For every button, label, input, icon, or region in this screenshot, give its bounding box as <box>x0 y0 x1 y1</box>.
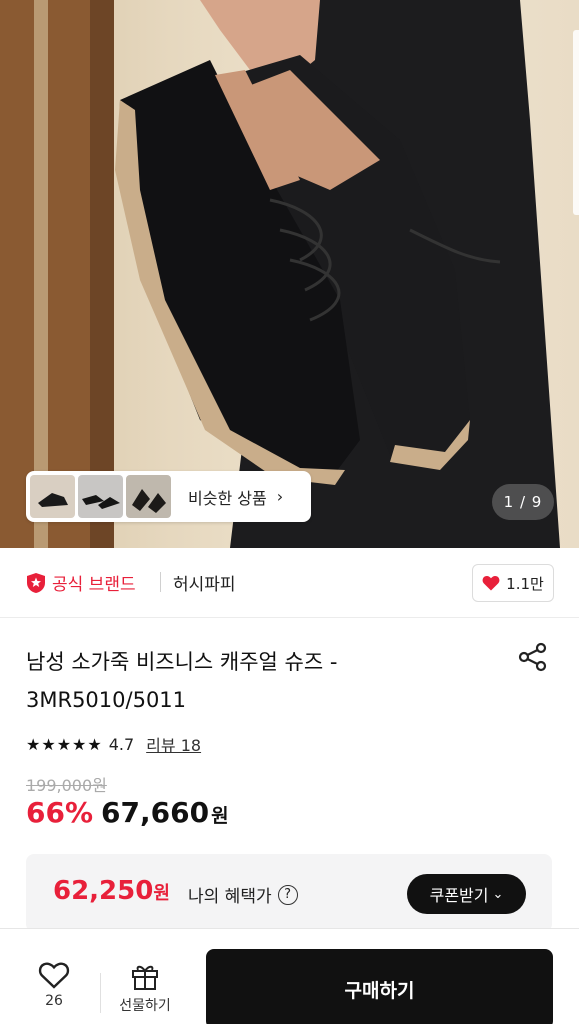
similar-products-label: 비슷한 상품 <box>188 488 267 508</box>
chevron-down-icon: ⌄ <box>492 886 504 902</box>
product-title: 남성 소가죽 비즈니스 캐주얼 슈즈 - 3MR5010/5011 <box>26 643 466 719</box>
price-row: 66% 67,660 원 <box>26 796 229 829</box>
original-price: 199,000원 <box>26 776 107 795</box>
rating-row: ★ ★ ★ ★ ★ 4.7 리뷰 18 <box>26 732 201 756</box>
shield-star-icon <box>27 572 45 593</box>
discount-rate: 66% <box>26 796 94 829</box>
product-title-line: 남성 소가죽 비즈니스 캐주얼 슈즈 - <box>26 650 338 674</box>
benefit-price-box: 62,250원 나의 혜택가 ? 쿠폰받기 ⌄ <box>26 854 552 932</box>
bottom-action-bar: 26 선물하기 구매하기 <box>0 928 579 1024</box>
product-photo <box>0 0 560 548</box>
benefit-price: 62,250원 <box>53 876 170 906</box>
similar-thumb[interactable] <box>78 475 123 518</box>
gallery-page-counter: 1 / 9 <box>492 484 554 520</box>
star-icon: ★ <box>72 734 86 754</box>
divider <box>160 572 161 592</box>
benefit-price-value: 62,250 <box>53 876 154 906</box>
brand-name-link[interactable]: 허시파피 <box>173 570 236 595</box>
official-brand-label: 공식 브랜드 <box>52 575 136 595</box>
wish-count: 26 <box>45 993 63 1009</box>
star-icon: ★ <box>41 734 55 754</box>
heart-outline-icon <box>38 962 70 989</box>
coupon-download-button[interactable]: 쿠폰받기 ⌄ <box>407 874 526 914</box>
like-count: 1.1만 <box>506 574 544 593</box>
rating-value: 4.7 <box>108 734 135 754</box>
gift-icon <box>132 965 158 990</box>
divider <box>100 973 101 1013</box>
similar-products-button[interactable]: 비슷한 상품 › <box>26 471 311 522</box>
similar-thumb[interactable] <box>30 475 75 518</box>
wishlist-button[interactable]: 26 <box>28 961 80 1009</box>
chevron-right-icon: › <box>276 487 284 506</box>
review-link[interactable]: 리뷰 18 <box>146 732 201 756</box>
help-icon[interactable]: ? <box>277 884 298 905</box>
currency-unit: 원 <box>153 883 170 904</box>
star-icon: ★ <box>26 734 40 754</box>
brand-row: 공식 브랜드 허시파피 1.1만 <box>0 548 579 618</box>
product-title-line: 3MR5010/5011 <box>26 688 187 712</box>
product-image-gallery[interactable]: 비슷한 상품 › 1 / 9 <box>0 0 579 548</box>
star-rating: ★ ★ ★ ★ ★ <box>26 735 103 754</box>
benefit-label: 나의 혜택가 ? <box>188 882 298 907</box>
benefit-label-text: 나의 혜택가 <box>188 887 272 907</box>
gift-button[interactable]: 선물하기 <box>112 961 178 1015</box>
share-icon[interactable] <box>517 642 549 672</box>
like-button[interactable]: 1.1만 <box>472 564 554 602</box>
gift-label: 선물하기 <box>119 998 171 1014</box>
coupon-button-label: 쿠폰받기 <box>429 886 489 905</box>
star-icon: ★ <box>56 734 71 754</box>
official-brand-badge[interactable]: 공식 브랜드 <box>26 570 136 595</box>
star-icon: ★ <box>87 734 101 754</box>
currency-unit: 원 <box>211 805 229 827</box>
similar-thumb[interactable] <box>126 475 171 518</box>
sale-price: 67,660 <box>101 796 210 829</box>
gallery-scroll-indicator <box>573 30 579 215</box>
heart-icon <box>482 575 500 591</box>
buy-button[interactable]: 구매하기 <box>206 949 553 1024</box>
